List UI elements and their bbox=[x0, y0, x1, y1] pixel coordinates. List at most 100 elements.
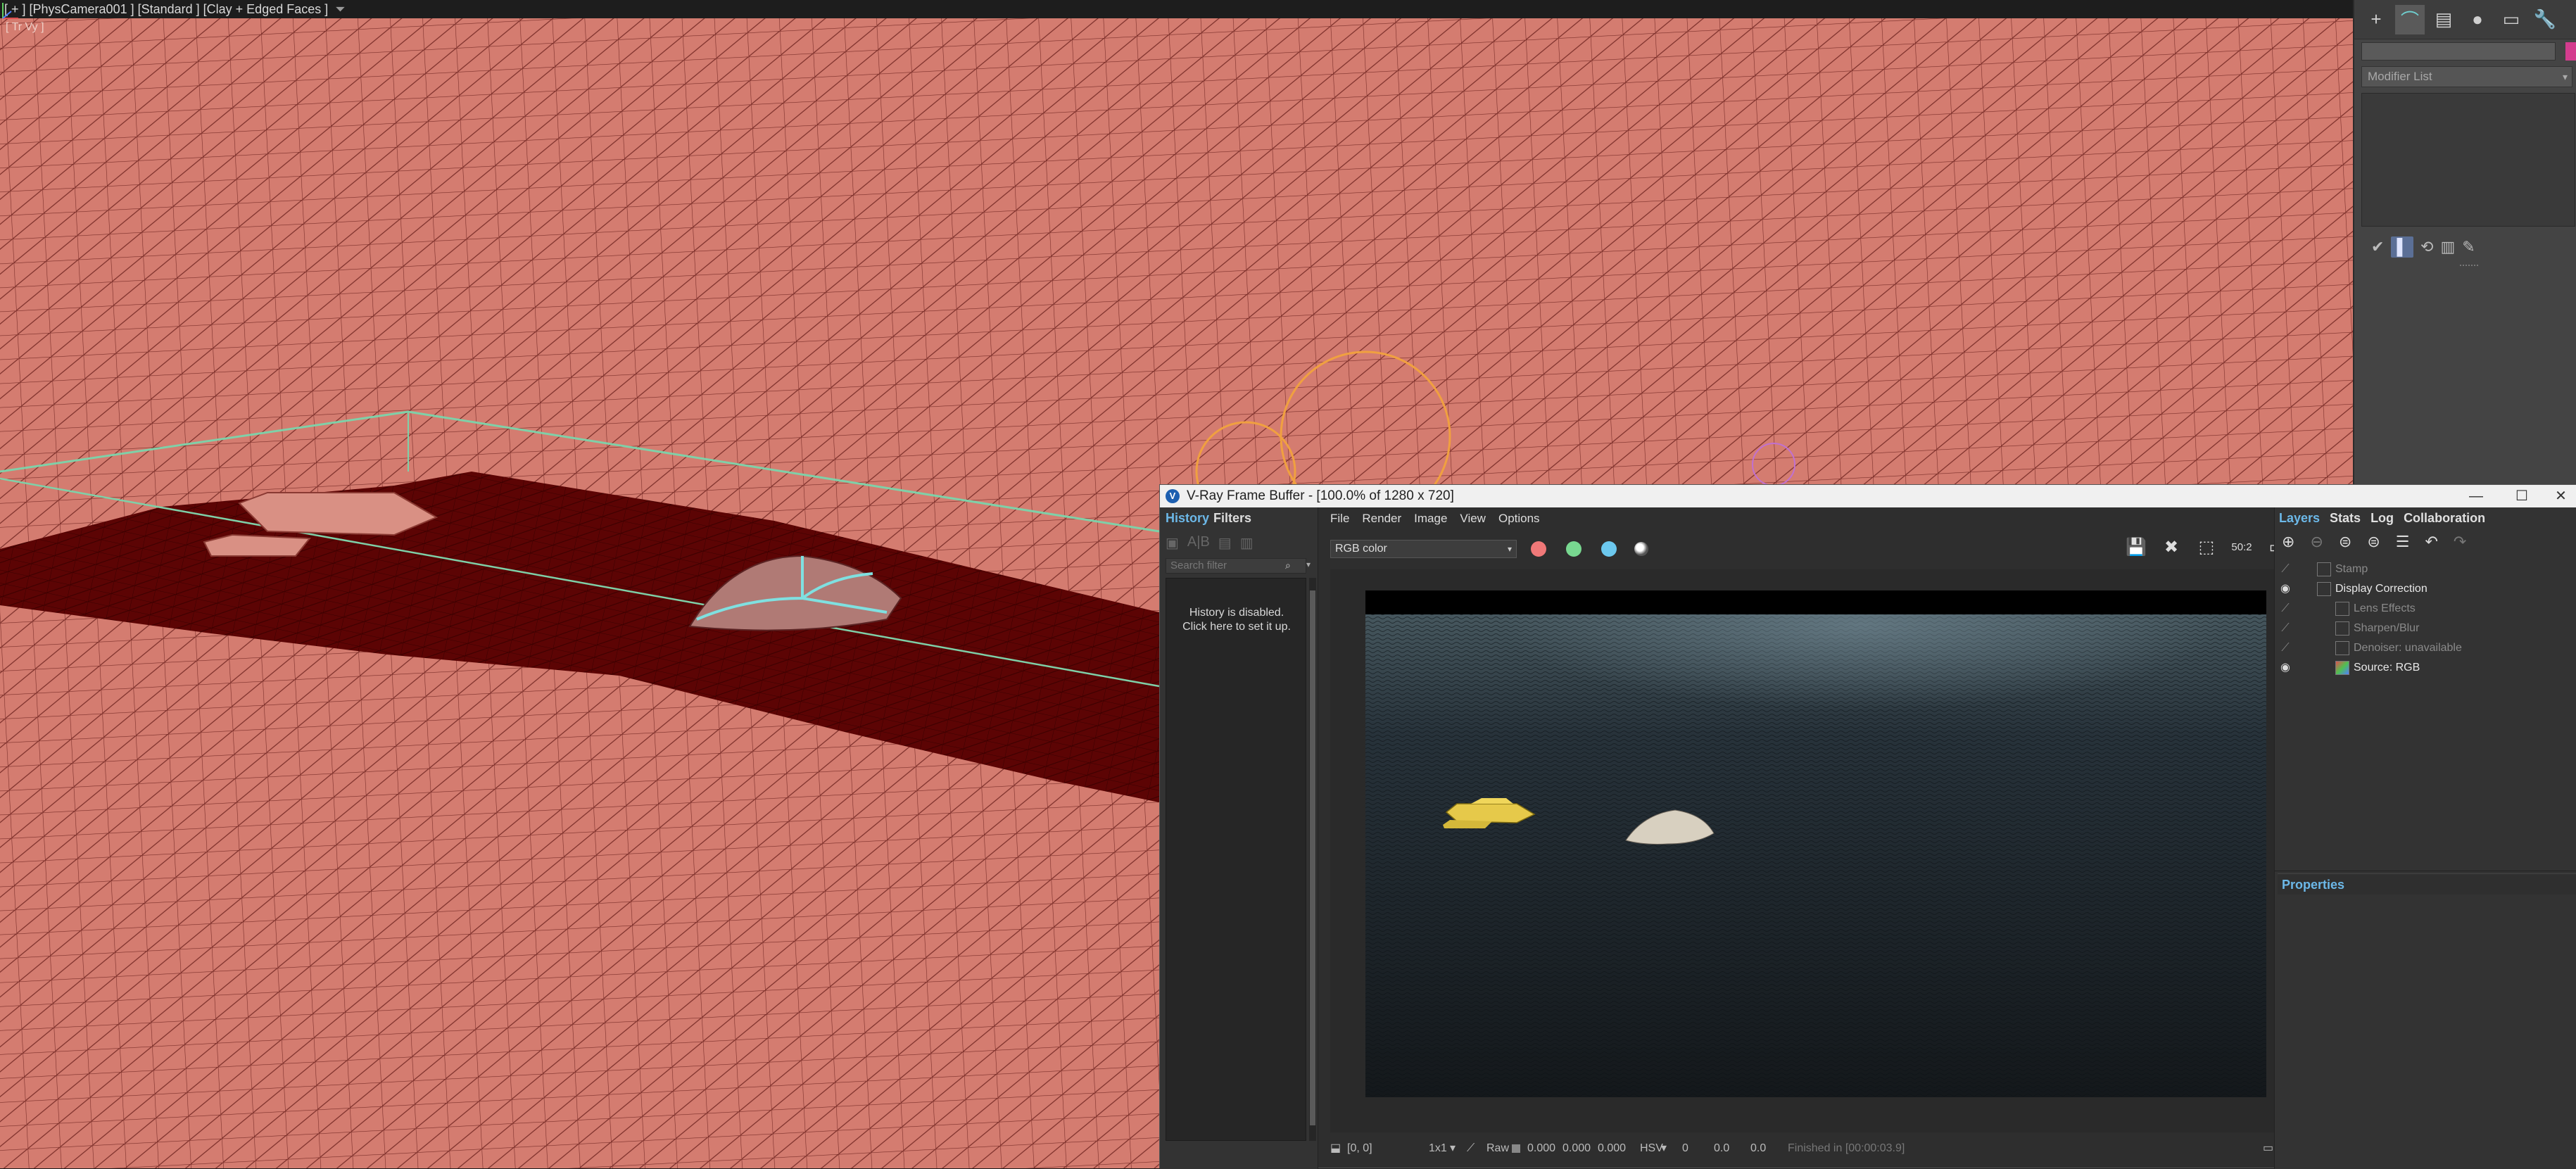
modifier-stack[interactable] bbox=[2361, 93, 2575, 227]
compare-ab-icon[interactable]: A|B bbox=[1187, 534, 1210, 554]
red-channel-icon[interactable] bbox=[1531, 541, 1546, 557]
history-list[interactable]: History is disabled. Click here to set i… bbox=[1166, 578, 1306, 1141]
raw-value-r: 0.000 bbox=[1527, 1142, 1556, 1154]
layers-list: ⟋ Stamp ◉ Display Correction ⟋ Lens Effe… bbox=[2278, 560, 2576, 679]
layer-label: Lens Effects bbox=[2354, 602, 2416, 614]
modifier-list-label: Modifier List bbox=[2368, 70, 2432, 83]
visibility-off-icon[interactable]: ⟋ bbox=[2278, 619, 2293, 638]
layer-row-display-correction[interactable]: ◉ Display Correction bbox=[2278, 579, 2576, 599]
pin-stack-icon[interactable]: ✔ bbox=[2371, 238, 2384, 256]
eye-icon[interactable]: ◉ bbox=[2278, 579, 2293, 599]
modifier-list-dropdown[interactable]: Modifier List ▾ bbox=[2361, 66, 2572, 87]
undo-icon[interactable]: ↶ bbox=[2425, 533, 2437, 555]
clear-image-icon[interactable]: ✖ bbox=[2161, 537, 2182, 561]
visibility-off-icon[interactable]: ⟋ bbox=[2278, 599, 2293, 619]
modify-tab-icon[interactable]: ⌒ bbox=[2395, 4, 2425, 34]
source-rgb-icon bbox=[2335, 661, 2349, 675]
motion-tab-icon[interactable]: ● bbox=[2463, 5, 2492, 34]
green-channel-icon[interactable] bbox=[1566, 541, 1581, 557]
history-setup-link[interactable]: Click here to set it up. bbox=[1166, 621, 1307, 633]
search-icon[interactable]: ⌕ bbox=[1285, 560, 1291, 571]
layer-row-stamp[interactable]: ⟋ Stamp bbox=[2278, 560, 2576, 579]
remove-modifier-icon[interactable]: ▥ bbox=[2440, 238, 2455, 256]
delete-history-icon[interactable]: ▥ bbox=[1240, 534, 1254, 554]
show-end-result-icon[interactable]: ▌ bbox=[2391, 236, 2414, 258]
raw-label: Raw bbox=[1486, 1142, 1510, 1154]
load-history-icon[interactable]: ▤ bbox=[1218, 534, 1232, 554]
history-scrollbar[interactable] bbox=[1309, 578, 1316, 1141]
layer-presets-icon[interactable]: ☰ bbox=[2396, 533, 2410, 555]
layer-label: Source: RGB bbox=[2354, 662, 2420, 674]
visibility-off-icon[interactable]: ⟋ bbox=[2278, 560, 2293, 579]
save-layers-icon[interactable]: ⊜ bbox=[2339, 533, 2351, 555]
denoiser-icon bbox=[2335, 641, 2349, 655]
vray-logo-icon: V bbox=[1166, 489, 1180, 503]
menu-image[interactable]: Image bbox=[1414, 512, 1447, 530]
history-panel: History Filters ▣ A|B ▤ ▥ Search filter … bbox=[1160, 507, 1318, 1169]
pick-pixel-icon[interactable]: ⬓ bbox=[1330, 1138, 1341, 1159]
configure-sets-icon[interactable]: ✎ bbox=[2462, 238, 2475, 256]
scrollbar-thumb[interactable] bbox=[1310, 590, 1315, 1125]
tab-collaboration[interactable]: Collaboration bbox=[2404, 507, 2485, 529]
close-button[interactable]: ✕ bbox=[2545, 485, 2576, 507]
filter-icon[interactable]: ⏷ bbox=[335, 0, 345, 18]
display-tab-icon[interactable]: ▭ bbox=[2496, 5, 2526, 34]
viewport-sub-label: [ Tr Vy ] bbox=[6, 21, 44, 33]
create-tab-icon[interactable]: + bbox=[2361, 5, 2391, 34]
history-tools: ▣ A|B ▤ ▥ bbox=[1166, 534, 1306, 554]
layer-row-denoiser[interactable]: ⟋ Denoiser: unavailable bbox=[2278, 638, 2576, 658]
tab-log[interactable]: Log bbox=[2370, 507, 2394, 529]
delete-layer-icon[interactable]: ⊖ bbox=[2310, 533, 2323, 555]
tab-layers[interactable]: Layers bbox=[2279, 507, 2320, 529]
eye-icon[interactable]: ◉ bbox=[2278, 658, 2293, 678]
maximize-button[interactable]: ☐ bbox=[2501, 485, 2543, 507]
menu-file[interactable]: File bbox=[1330, 512, 1349, 530]
save-history-icon[interactable]: ▣ bbox=[1166, 534, 1179, 554]
panel-toggle-icon[interactable]: ▭ bbox=[2263, 1138, 2273, 1159]
tab-history[interactable]: History bbox=[1166, 507, 1209, 529]
blue-channel-icon[interactable] bbox=[1601, 541, 1617, 557]
hsv-value-s: 0.0 bbox=[1714, 1142, 1730, 1154]
redo-icon[interactable]: ↷ bbox=[2454, 533, 2466, 555]
chevron-down-icon[interactable]: ▾ bbox=[1306, 560, 1311, 569]
vfb-titlebar[interactable]: V V-Ray Frame Buffer - [100.0% of 1280 x… bbox=[1160, 485, 2576, 507]
color-mode-select[interactable]: HSV bbox=[1640, 1138, 1663, 1159]
mono-channel-icon[interactable] bbox=[1634, 542, 1648, 556]
utilities-tab-icon[interactable]: 🔧 bbox=[2530, 5, 2560, 34]
zoom-select[interactable]: 1x1 bbox=[1429, 1138, 1447, 1159]
region-render-icon[interactable]: ⬚ bbox=[2196, 537, 2217, 561]
tab-filters[interactable]: Filters bbox=[1213, 507, 1251, 529]
vray-frame-buffer-window[interactable]: V V-Ray Frame Buffer - [100.0% of 1280 x… bbox=[1159, 484, 2576, 1169]
channel-select[interactable]: RGB color ▾ bbox=[1330, 540, 1517, 558]
layer-label: Display Correction bbox=[2335, 583, 2427, 595]
minimize-button[interactable]: — bbox=[2455, 485, 2497, 507]
object-name-field[interactable] bbox=[2361, 42, 2556, 61]
viewport-label-bar[interactable]: [ + ] [PhysCamera001 ] [Standard ] [Clay… bbox=[0, 0, 2353, 18]
curve-icon[interactable]: ⟋ bbox=[1467, 1138, 1475, 1159]
layer-row-sharpen-blur[interactable]: ⟋ Sharpen/Blur bbox=[2278, 619, 2576, 638]
lens-effects-icon bbox=[2335, 602, 2349, 616]
create-layer-icon[interactable]: ⊕ bbox=[2282, 533, 2294, 555]
hierarchy-tab-icon[interactable]: ▤ bbox=[2429, 5, 2458, 34]
chevron-down-icon: ▾ bbox=[1507, 544, 1512, 554]
history-disabled-text[interactable]: History is disabled. bbox=[1166, 607, 1307, 619]
save-image-icon[interactable]: 💾 bbox=[2126, 537, 2147, 561]
menu-options[interactable]: Options bbox=[1498, 512, 1540, 530]
menu-view[interactable]: View bbox=[1460, 512, 1486, 530]
make-unique-icon[interactable]: ⟲ bbox=[2420, 238, 2433, 256]
raw-color-swatch bbox=[1512, 1144, 1520, 1153]
zoom-fit-icon[interactable]: 50:2 bbox=[2231, 537, 2252, 561]
object-color-swatch[interactable] bbox=[2565, 42, 2576, 61]
properties-header: Properties bbox=[2278, 873, 2576, 895]
render-area[interactable] bbox=[1330, 569, 2302, 1132]
panel-grip[interactable] bbox=[2460, 265, 2478, 269]
layer-row-source-rgb[interactable]: ◉ Source: RGB bbox=[2278, 658, 2576, 678]
menu-render[interactable]: Render bbox=[1362, 512, 1401, 530]
load-layers-icon[interactable]: ⊜ bbox=[2367, 533, 2380, 555]
viewport-label[interactable]: [ + ] [PhysCamera001 ] [Standard ] [Clay… bbox=[4, 2, 328, 16]
layer-label: Denoiser: unavailable bbox=[2354, 642, 2462, 654]
layer-row-lens-effects[interactable]: ⟋ Lens Effects bbox=[2278, 599, 2576, 619]
tab-stats[interactable]: Stats bbox=[2330, 507, 2361, 529]
visibility-off-icon[interactable]: ⟋ bbox=[2278, 638, 2293, 658]
rendered-image[interactable] bbox=[1365, 590, 2266, 1097]
